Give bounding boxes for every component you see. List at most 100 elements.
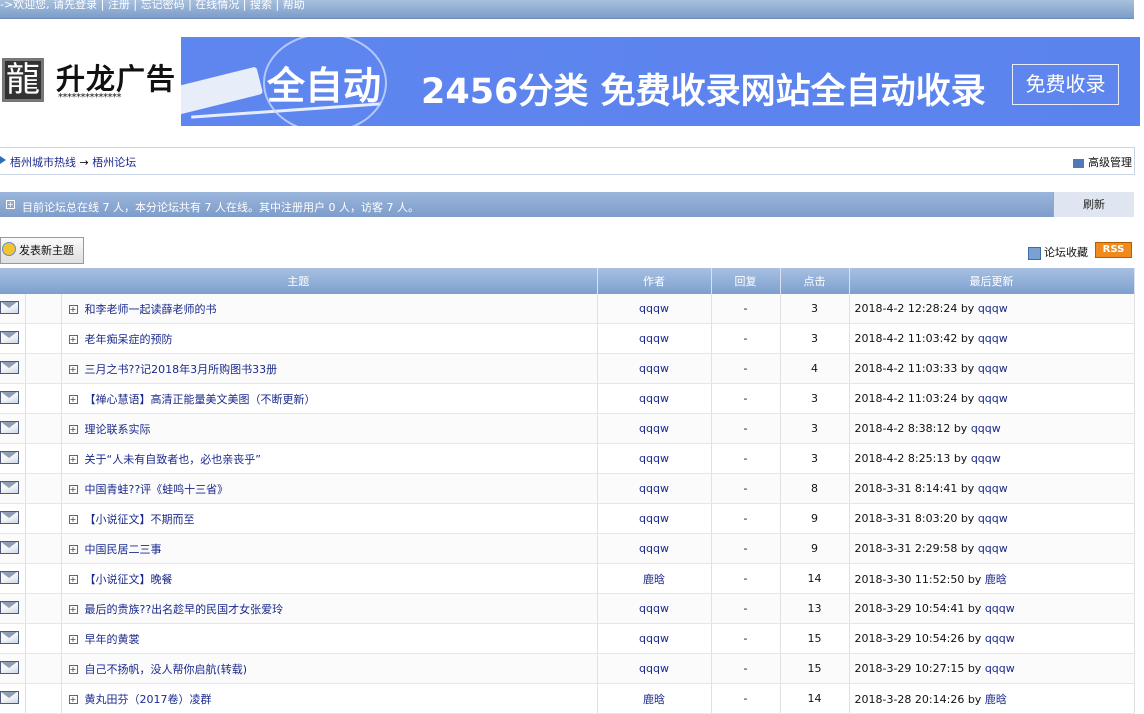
header-title[interactable]: 主题 — [0, 268, 598, 294]
topic-status-cell — [0, 473, 26, 504]
last-update-user-link[interactable]: qqqw — [985, 602, 1015, 615]
expand-plus-icon[interactable]: + — [6, 200, 15, 209]
expand-plus-icon[interactable]: + — [68, 694, 78, 704]
expand-plus-icon[interactable]: + — [68, 454, 78, 464]
topic-title-link[interactable]: 早年的黄裳 — [85, 633, 140, 646]
breadcrumb-forum-link[interactable]: 梧州论坛 — [92, 156, 136, 169]
envelope-icon — [0, 330, 19, 344]
last-update-user-link[interactable]: qqqw — [971, 452, 1001, 465]
forgot-password-link[interactable]: 忘记密码 — [141, 0, 185, 11]
forum-favorite[interactable]: 论坛收藏 — [1028, 244, 1088, 260]
topic-author-cell: qqqw — [597, 294, 712, 324]
topic-flag-cell — [25, 563, 62, 594]
topic-title-cell: + 【小说征文】不期而至 — [61, 503, 598, 534]
topic-title-link[interactable]: 最后的贵族??出名趁早的民国才女张爱玲 — [85, 603, 284, 616]
expand-plus-icon[interactable]: + — [68, 394, 78, 404]
table-row: + 【小说征文】不期而至 qqqw -9 2018-3-31 8:03:20 by qq… — [0, 503, 1135, 534]
topic-title-link[interactable]: 三月之书??记2018年3月所购图书33册 — [85, 363, 278, 376]
last-update-user-link[interactable]: qqqw — [978, 302, 1008, 315]
last-update-user-link[interactable]: qqqw — [971, 422, 1001, 435]
topic-flag-cell — [25, 683, 62, 714]
register-link[interactable]: 注册 — [108, 0, 130, 11]
last-update-user-link[interactable]: qqqw — [978, 332, 1008, 345]
expand-plus-icon[interactable]: + — [68, 664, 78, 674]
topic-author-link[interactable]: qqqw — [639, 512, 669, 525]
topic-title-link[interactable]: 中国民居二三事 — [85, 543, 162, 556]
last-update-time: 2018-4-2 8:25:13 by — [854, 452, 968, 465]
topic-last-update-cell: 2018-3-31 8:03:20 by qqqw — [849, 503, 1135, 534]
refresh-button[interactable]: 刷新 — [1053, 192, 1134, 217]
topic-author-link[interactable]: qqqw — [639, 632, 669, 645]
expand-plus-icon[interactable]: + — [68, 304, 78, 314]
last-update-user-link[interactable]: qqqw — [978, 362, 1008, 375]
envelope-icon — [0, 540, 19, 554]
topic-author-link[interactable]: 鹿晗 — [643, 573, 665, 586]
topic-status-cell — [0, 593, 26, 624]
topic-author-link[interactable]: qqqw — [639, 362, 669, 375]
topic-flag-cell — [25, 653, 62, 684]
expand-plus-icon[interactable]: + — [68, 484, 78, 494]
topic-author-link[interactable]: qqqw — [639, 452, 669, 465]
topic-title-link[interactable]: 和李老师一起读薛老师的书 — [85, 303, 217, 316]
online-status-text: 目前论坛总在线 7 人，本分论坛共有 7 人在线。其中注册用户 0 人，访客 7… — [22, 201, 419, 214]
topic-author-link[interactable]: qqqw — [639, 602, 669, 615]
header-last-update[interactable]: 最后更新 — [849, 268, 1135, 294]
topic-title-link[interactable]: 关于“人未有自致者也，必也亲丧乎” — [85, 453, 261, 466]
table-row: + 最后的贵族??出名趁早的民国才女张爱玲 qqqw -13 2018-3-29 10:… — [0, 593, 1135, 624]
expand-plus-icon[interactable]: + — [68, 604, 78, 614]
topic-author-link[interactable]: qqqw — [639, 302, 669, 315]
envelope-icon — [0, 600, 19, 614]
last-update-user-link[interactable]: qqqw — [978, 392, 1008, 405]
topic-replies-cell: - — [711, 353, 781, 384]
expand-plus-icon[interactable]: + — [68, 334, 78, 344]
last-update-user-link[interactable]: qqqw — [985, 632, 1015, 645]
help-link[interactable]: 帮助 — [283, 0, 305, 11]
expand-plus-icon[interactable]: + — [68, 634, 78, 644]
header-replies[interactable]: 回复 — [711, 268, 781, 294]
expand-plus-icon[interactable]: + — [68, 574, 78, 584]
expand-plus-icon[interactable]: + — [68, 544, 78, 554]
topic-clicks-cell: 3 — [780, 413, 850, 444]
last-update-user-link[interactable]: qqqw — [978, 542, 1008, 555]
topic-title-link[interactable]: 理论联系实际 — [85, 423, 151, 436]
topic-author-link[interactable]: qqqw — [639, 662, 669, 675]
breadcrumb-home-link[interactable]: 梧州城市热线 — [10, 156, 76, 169]
topic-author-link[interactable]: qqqw — [639, 392, 669, 405]
banner-free-submit-button[interactable]: 免费收录 — [1012, 64, 1119, 105]
topic-author-link[interactable]: qqqw — [639, 482, 669, 495]
topic-clicks-cell: 13 — [780, 593, 850, 624]
rss-badge[interactable]: RSS — [1095, 242, 1132, 258]
ad-banner[interactable]: 全自动 2456分类 免费收录网站全自动收录 免费收录 — [181, 37, 1140, 126]
online-status-link[interactable]: 在线情况 — [195, 0, 239, 11]
last-update-user-link[interactable]: qqqw — [978, 482, 1008, 495]
topic-title-cell: + 中国民居二三事 — [61, 533, 598, 564]
topic-replies-cell: - — [711, 683, 781, 714]
site-logo[interactable]: 龍 升龙广告 ************** — [0, 52, 176, 108]
topic-title-link[interactable]: 【小说征文】晚餐 — [85, 573, 173, 586]
search-link[interactable]: 搜索 — [250, 0, 272, 11]
topic-title-link[interactable]: 黄丸田芬（2017卷）凌群 — [85, 693, 212, 706]
last-update-time: 2018-3-31 8:03:20 by — [854, 512, 975, 525]
topic-title-link[interactable]: 自己不扬帆，没人帮你启航(转载) — [85, 663, 248, 676]
topic-title-link[interactable]: 老年痴呆症的预防 — [85, 333, 173, 346]
expand-plus-icon[interactable]: + — [68, 514, 78, 524]
advanced-admin[interactable]: 高级管理 — [1073, 154, 1132, 170]
last-update-user-link[interactable]: qqqw — [985, 662, 1015, 675]
last-update-user-link[interactable]: 鹿晗 — [985, 693, 1007, 706]
topic-title-link[interactable]: 中国青蛙??评《蛙鸣十三省》 — [85, 483, 229, 496]
topic-title-link[interactable]: 【小说征文】不期而至 — [85, 513, 195, 526]
last-update-user-link[interactable]: qqqw — [978, 512, 1008, 525]
topic-author-link[interactable]: qqqw — [639, 332, 669, 345]
expand-plus-icon[interactable]: + — [68, 364, 78, 374]
topic-author-link[interactable]: 鹿晗 — [643, 693, 665, 706]
header-author[interactable]: 作者 — [597, 268, 712, 294]
last-update-user-link[interactable]: 鹿晗 — [985, 573, 1007, 586]
topic-title-link[interactable]: 【禅心慧语】高清正能量美文美图（不断更新） — [85, 393, 316, 406]
topic-author-link[interactable]: qqqw — [639, 542, 669, 555]
header-clicks[interactable]: 点击 — [780, 268, 850, 294]
expand-plus-icon[interactable]: + — [68, 424, 78, 434]
envelope-icon — [0, 510, 19, 524]
new-topic-button[interactable]: 发表新主题 — [0, 237, 84, 264]
table-row: + 三月之书??记2018年3月所购图书33册 qqqw -4 2018-4-2 11:… — [0, 353, 1135, 384]
topic-author-link[interactable]: qqqw — [639, 422, 669, 435]
